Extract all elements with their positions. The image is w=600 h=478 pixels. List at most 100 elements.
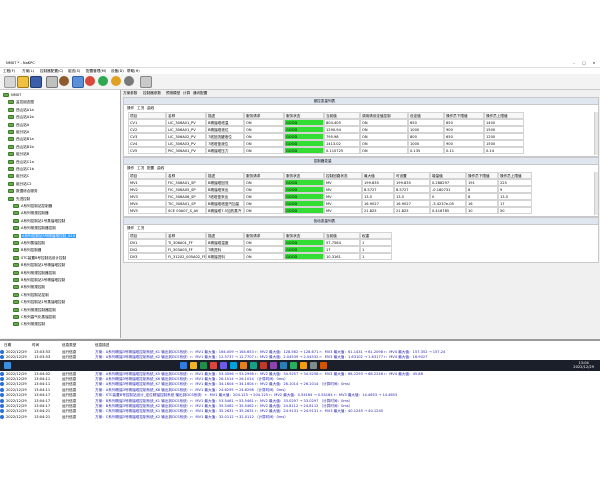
mv-tab-curve[interactable]: 曲线 (157, 166, 164, 170)
table-cell: 21.825 (362, 207, 394, 214)
tree-item[interactable]: B系列常规控制 (0, 284, 120, 290)
tree-item[interactable]: A系列控制站1号蒸馏塔控制 (0, 218, 120, 224)
taskbar-app-icon[interactable] (230, 362, 237, 369)
tree-item[interactable]: A系列常规控制器控制 (0, 225, 120, 231)
tree-item[interactable]: 西山站A1b (0, 114, 120, 120)
tree-item[interactable]: A系列控制站控制器 (0, 203, 120, 209)
mv-tab-condition[interactable]: 工况 (137, 166, 144, 170)
column-header: 最大值 (362, 172, 394, 179)
dv-tab-operate[interactable]: 操作 (127, 226, 134, 230)
table-cell: B精馏塔采出 (206, 186, 244, 193)
user-icon[interactable] (59, 76, 69, 86)
taskbar-app-icon[interactable] (220, 362, 227, 369)
tab-communication[interactable]: 通讯配置 (193, 91, 207, 95)
taskbar-app-icon[interactable] (180, 362, 187, 369)
tree-item[interactable]: B系列控制器 (0, 247, 120, 253)
stop-icon[interactable] (85, 76, 95, 86)
table-cell: CV1 (128, 119, 166, 126)
tab-calculation[interactable]: 计算 (183, 91, 190, 95)
tree-item[interactable]: C系列高气化蒸馏控制 (0, 314, 120, 320)
cv-tab-condition[interactable]: 工况 (137, 106, 144, 110)
cv-tab-operate[interactable]: 操作 (127, 106, 134, 110)
column-header: 描述 (206, 232, 244, 239)
tree-item[interactable]: 西山站C1b (0, 166, 120, 172)
maximize-button[interactable]: □ (580, 61, 588, 65)
print-icon[interactable] (46, 76, 58, 88)
taskbar-app-icon[interactable] (310, 362, 317, 369)
tree-item[interactable]: 西山站C1a (0, 159, 120, 165)
tab-controller-params[interactable]: 控制器参数 (143, 91, 161, 95)
log-column-header: 日期 (4, 343, 12, 347)
tree-item[interactable]: 西山站B1a (0, 136, 120, 142)
cv-scrollbar[interactable] (594, 112, 598, 155)
taskbar-app-icon[interactable] (190, 362, 197, 369)
taskbar-app-icon[interactable] (320, 362, 327, 369)
tree-item[interactable]: C系列常规控制 (0, 321, 120, 327)
tree-item[interactable]: 监控组态图 (0, 99, 120, 105)
close-button[interactable]: × (590, 61, 598, 65)
help-icon[interactable] (140, 76, 152, 88)
taskbar-app-icon[interactable] (210, 362, 217, 369)
start-icon[interactable] (4, 362, 11, 369)
save-icon[interactable] (30, 76, 42, 88)
run-icon[interactable] (98, 76, 108, 86)
tree-item[interactable]: A系列蒸馏控制 (0, 240, 120, 246)
table-cell: ON (244, 133, 284, 140)
tree-item[interactable]: B系列控制站3号精馏塔控制 (0, 277, 120, 283)
tree-item[interactable]: 数据综合服务 (0, 188, 120, 194)
mv-tab-operate[interactable]: 操作 (127, 166, 134, 170)
menu-device[interactable]: 设备(D) (111, 69, 124, 73)
tree-item[interactable]: A系列常规控制器 (0, 210, 120, 216)
taskbar-app-icon[interactable] (270, 362, 277, 369)
menu-project[interactable]: 工程(F) (3, 69, 15, 73)
tree-item[interactable]: 组分站B (0, 151, 120, 157)
node-folder-icon (8, 196, 14, 201)
node-folder-icon (13, 263, 19, 268)
tree-item[interactable]: 西山站A1a (0, 107, 120, 113)
log-date: 2022/12/29 (6, 404, 27, 408)
menu-config-management[interactable]: 配置管理(M) (86, 69, 106, 73)
taskbar-app-icon[interactable] (260, 362, 267, 369)
taskbar-app-icon[interactable] (280, 362, 287, 369)
table-cell: 10 (466, 207, 498, 214)
log-row[interactable]: 2022/12/29 13:04:21 运行信息 方案：C系列精馏3号精馏塔控制系统_… (0, 414, 600, 420)
tree-item[interactable]: 组分站C2 (0, 181, 120, 187)
menu-configuration[interactable]: 组态(S) (68, 69, 80, 73)
log-date: 2022/12/29 (6, 387, 27, 392)
log-panel: 日期 时间 信息类型 信息描述 2022/12/29 13:03:53 运行信息 方案：A系列… (0, 341, 600, 420)
menu-scheme[interactable]: 方案(L) (22, 69, 34, 73)
taskbar-app-icon[interactable] (250, 362, 257, 369)
settings-gear-icon[interactable] (124, 76, 134, 86)
tab-prediction-model[interactable]: 预测模型 (166, 91, 180, 95)
dv-tab-condition[interactable]: 工况 (137, 226, 144, 230)
taskbar-app-icon[interactable] (290, 362, 297, 369)
tree-item[interactable]: 西山站A (0, 122, 120, 128)
tree-item[interactable]: STC装置B号控制站设计控制 (0, 255, 120, 261)
menu-controller-config[interactable]: 控制器配置(C) (40, 69, 63, 73)
tree-item[interactable]: 组分站C (0, 173, 120, 179)
tree-item[interactable]: C系列控制站1号蒸馏塔控制 (0, 299, 120, 305)
tree-item[interactable]: A系列控制站3号精馏塔控制_B1K (0, 233, 120, 239)
mv-tab-config[interactable]: 配置 (147, 166, 154, 170)
taskbar-app-icon[interactable] (240, 362, 247, 369)
minimize-button[interactable]: – (570, 61, 578, 65)
tree-item[interactable]: 组分站A (0, 129, 120, 135)
tree-item[interactable]: C系列控制站控制 (0, 292, 120, 298)
table-cell: B精馏塔回流 (206, 179, 244, 186)
cv-tab-curve[interactable]: 曲线 (147, 106, 154, 110)
taskbar-app-icon[interactable] (200, 362, 207, 369)
monitor-icon[interactable] (72, 76, 84, 88)
open-folder-icon[interactable] (17, 76, 29, 88)
taskbar-app-icon[interactable] (300, 362, 307, 369)
tree-item[interactable]: NMXT (0, 92, 120, 98)
tree-item[interactable]: B系列常规控制器控制 (0, 270, 120, 276)
tree-item[interactable]: B系列控制站1号精馏塔控制 (0, 262, 120, 268)
tree-item[interactable]: C系列常规控制器控制 (0, 307, 120, 313)
menu-help[interactable]: 帮助(H) (127, 69, 140, 73)
new-file-icon[interactable] (4, 76, 16, 88)
tab-scheme-params[interactable]: 方案参数 (123, 91, 137, 95)
tree-item[interactable]: 先进控制 (0, 196, 120, 202)
mv-scrollbar[interactable] (594, 172, 598, 215)
pause-icon[interactable] (111, 76, 121, 86)
tree-item[interactable]: 西山站B1b (0, 144, 120, 150)
